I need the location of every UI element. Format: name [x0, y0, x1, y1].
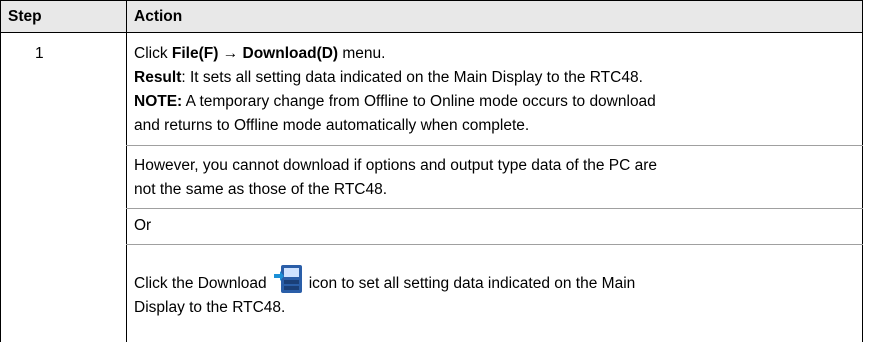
- table-border-right: [862, 0, 863, 342]
- icon-instruction-block: Click the Download icon to set all settin…: [134, 264, 854, 320]
- result-line: Result: It sets all setting data indicat…: [134, 69, 643, 86]
- divider-2: [126, 208, 863, 209]
- step-number: 1: [35, 45, 44, 62]
- or-text: Or: [134, 217, 152, 234]
- table-header: Step Action: [0, 0, 863, 33]
- instruction-block: Click File(F) → Download(D) menu. Result…: [134, 42, 854, 138]
- download-icon: [273, 264, 303, 294]
- note-line-2: and returns to Offline mode automaticall…: [134, 117, 530, 134]
- divider-3: [126, 244, 863, 245]
- table-border-left: [0, 0, 1, 342]
- note-line-1: NOTE: A temporary change from Offline to…: [134, 93, 656, 110]
- file-menu-label: File(F): [171, 45, 219, 62]
- divider-1: [126, 145, 863, 146]
- header-action: Action: [134, 8, 183, 25]
- menu-instruction: Click File(F) → Download(D) menu.: [134, 45, 386, 62]
- however-block: However, you cannot download if options …: [134, 157, 658, 198]
- steps-table: Step Action 1 Click File(F) → Download(D…: [0, 0, 863, 342]
- header-step: Step: [8, 8, 42, 25]
- column-divider: [126, 0, 127, 342]
- download-menu-label: Download(D): [242, 45, 339, 62]
